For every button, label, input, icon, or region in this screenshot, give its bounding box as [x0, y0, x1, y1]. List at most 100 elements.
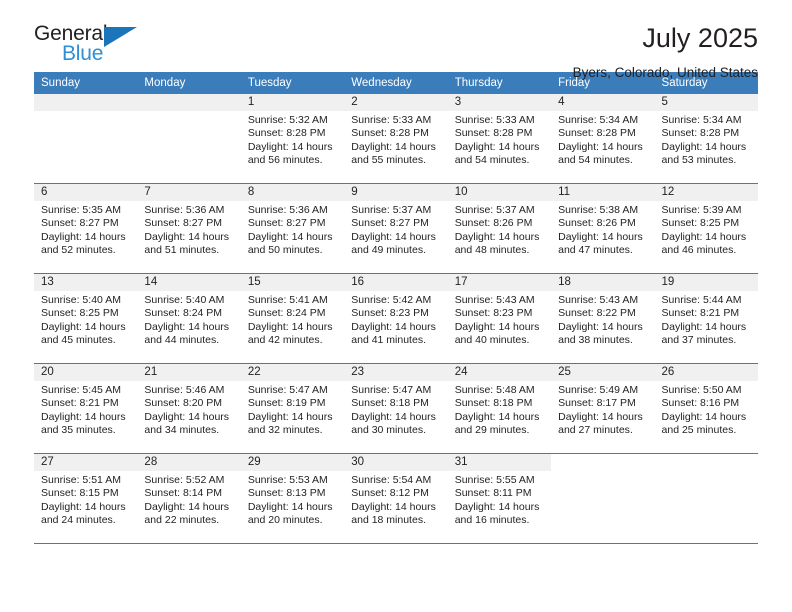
calendar-day-cell[interactable]: 9 Sunrise: 5:37 AM Sunset: 8:27 PM Daylight… [344, 183, 448, 274]
weekday-header-sunday: Sunday [34, 72, 138, 94]
sunset-text: Sunset: 8:23 PM [454, 307, 533, 320]
day-number: 14 [137, 274, 241, 291]
sunset-text: Sunset: 8:13 PM [247, 487, 326, 500]
calendar-day-cell[interactable]: 1 Sunrise: 5:32 AM Sunset: 8:28 PM Daylight… [240, 94, 345, 184]
calendar-week-row: 13 Sunrise: 5:40 AM Sunset: 8:25 PM Dayligh… [34, 273, 758, 364]
calendar-day-cell[interactable]: 25 Sunrise: 5:49 AM Sunset: 8:17 PM Dayligh… [551, 363, 655, 454]
day-details: Sunrise: 5:48 AM Sunset: 8:18 PM Daylight:… [448, 381, 551, 438]
calendar-day-cell[interactable]: 2 Sunrise: 5:33 AM Sunset: 8:28 PM Daylight… [344, 94, 448, 184]
sunrise-text: Sunrise: 5:43 AM [558, 294, 639, 306]
day-number: 10 [447, 184, 552, 201]
day-number: 5 [654, 94, 758, 111]
day-details: Sunrise: 5:50 AM Sunset: 8:16 PM Daylight:… [655, 381, 758, 438]
sunrise-text: Sunrise: 5:42 AM [351, 294, 432, 306]
calendar-day-cell[interactable]: 31 Sunrise: 5:55 AM Sunset: 8:11 PM Dayligh… [447, 453, 552, 544]
sunrise-text: Sunrise: 5:47 AM [351, 384, 432, 396]
calendar-day-cell[interactable]: 12 Sunrise: 5:39 AM Sunset: 8:25 PM Dayligh… [654, 183, 758, 274]
calendar-day-cell[interactable]: 10 Sunrise: 5:37 AM Sunset: 8:26 PM Dayligh… [447, 183, 552, 274]
calendar-day-cell[interactable]: 19 Sunrise: 5:44 AM Sunset: 8:21 PM Dayligh… [654, 273, 758, 364]
sunset-text: Sunset: 8:27 PM [144, 217, 223, 230]
daylight-text: Daylight: 14 hours and 44 minutes. [144, 320, 230, 347]
sunset-text: Sunset: 8:25 PM [661, 217, 740, 230]
day-details: Sunrise: 5:37 AM Sunset: 8:26 PM Daylight:… [448, 201, 551, 258]
sunrise-text: Sunrise: 5:38 AM [558, 204, 639, 216]
calendar-blank-cell [654, 453, 758, 544]
day-details: Sunrise: 5:32 AM Sunset: 8:28 PM Daylight:… [241, 111, 344, 168]
calendar-day-cell[interactable]: 22 Sunrise: 5:47 AM Sunset: 8:19 PM Dayligh… [240, 363, 345, 454]
day-details: Sunrise: 5:36 AM Sunset: 8:27 PM Daylight:… [241, 201, 344, 258]
calendar-day-cell[interactable]: 6 Sunrise: 5:35 AM Sunset: 8:27 PM Daylight… [34, 183, 138, 274]
sunrise-text: Sunrise: 5:34 AM [558, 114, 639, 126]
calendar-day-cell[interactable]: 21 Sunrise: 5:46 AM Sunset: 8:20 PM Dayligh… [137, 363, 241, 454]
day-details: Sunrise: 5:43 AM Sunset: 8:22 PM Daylight:… [551, 291, 654, 348]
sunset-text: Sunset: 8:27 PM [41, 217, 119, 230]
calendar-day-cell[interactable]: 3 Sunrise: 5:33 AM Sunset: 8:28 PM Daylight… [447, 94, 552, 184]
daylight-text: Daylight: 14 hours and 24 minutes. [41, 500, 126, 527]
sunrise-text: Sunrise: 5:43 AM [454, 294, 535, 306]
title-block: July 2025 Byers, Colorado, United States [573, 22, 758, 82]
sunset-text: Sunset: 8:12 PM [351, 487, 429, 500]
daylight-text: Daylight: 14 hours and 51 minutes. [144, 230, 230, 257]
calendar-day-cell[interactable]: 7 Sunrise: 5:36 AM Sunset: 8:27 PM Daylight… [137, 183, 241, 274]
calendar-day-cell[interactable]: 26 Sunrise: 5:50 AM Sunset: 8:16 PM Dayligh… [654, 363, 758, 454]
calendar-day-cell[interactable]: 11 Sunrise: 5:38 AM Sunset: 8:26 PM Dayligh… [551, 183, 655, 274]
calendar-day-cell[interactable]: 15 Sunrise: 5:41 AM Sunset: 8:24 PM Dayligh… [240, 273, 345, 364]
day-number: 28 [137, 454, 241, 471]
sunset-text: Sunset: 8:26 PM [454, 217, 533, 230]
calendar-week-row: 20 Sunrise: 5:45 AM Sunset: 8:21 PM Dayligh… [34, 363, 758, 454]
daylight-text: Daylight: 14 hours and 54 minutes. [558, 140, 643, 167]
day-details: Sunrise: 5:51 AM Sunset: 8:15 PM Daylight:… [34, 471, 137, 528]
logo-triangle-icon [104, 27, 137, 47]
day-number: 6 [34, 184, 138, 201]
day-details: Sunrise: 5:36 AM Sunset: 8:27 PM Daylight:… [137, 201, 240, 258]
calendar-day-cell[interactable]: 29 Sunrise: 5:53 AM Sunset: 8:13 PM Dayligh… [240, 453, 345, 544]
calendar-empty-cell [34, 94, 138, 184]
sunset-text: Sunset: 8:18 PM [454, 397, 533, 410]
calendar-day-cell[interactable]: 23 Sunrise: 5:47 AM Sunset: 8:18 PM Dayligh… [344, 363, 448, 454]
day-number: 11 [551, 184, 655, 201]
calendar-day-cell[interactable]: 20 Sunrise: 5:45 AM Sunset: 8:21 PM Dayligh… [34, 363, 138, 454]
sunset-text: Sunset: 8:18 PM [351, 397, 429, 410]
sunset-text: Sunset: 8:21 PM [41, 397, 119, 410]
sunrise-text: Sunrise: 5:55 AM [454, 474, 535, 486]
day-number: 15 [240, 274, 345, 291]
calendar-day-cell[interactable]: 8 Sunrise: 5:36 AM Sunset: 8:27 PM Daylight… [240, 183, 345, 274]
calendar-day-cell[interactable]: 24 Sunrise: 5:48 AM Sunset: 8:18 PM Dayligh… [447, 363, 552, 454]
day-number: 23 [344, 364, 448, 381]
daylight-text: Daylight: 14 hours and 46 minutes. [661, 230, 747, 257]
calendar-week-row: 1 Sunrise: 5:32 AM Sunset: 8:28 PM Daylight… [34, 94, 758, 184]
day-number: 22 [240, 364, 345, 381]
general-blue-logo[interactable]: General Blue [34, 22, 152, 68]
sunrise-text: Sunrise: 5:40 AM [41, 294, 121, 306]
calendar-day-cell[interactable]: 13 Sunrise: 5:40 AM Sunset: 8:25 PM Dayligh… [34, 273, 138, 364]
day-details: Sunrise: 5:55 AM Sunset: 8:11 PM Daylight:… [448, 471, 551, 528]
calendar-day-cell[interactable]: 4 Sunrise: 5:34 AM Sunset: 8:28 PM Daylight… [551, 94, 655, 184]
calendar-day-cell[interactable]: 16 Sunrise: 5:42 AM Sunset: 8:23 PM Dayligh… [344, 273, 448, 364]
sunrise-text: Sunrise: 5:33 AM [351, 114, 432, 126]
day-details: Sunrise: 5:47 AM Sunset: 8:19 PM Daylight:… [241, 381, 344, 438]
sunrise-text: Sunrise: 5:36 AM [144, 204, 225, 216]
daylight-text: Daylight: 14 hours and 22 minutes. [144, 500, 230, 527]
day-number-placeholder [551, 454, 655, 471]
sunrise-text: Sunrise: 5:32 AM [247, 114, 328, 126]
daylight-text: Daylight: 14 hours and 35 minutes. [41, 410, 126, 437]
calendar-day-cell[interactable]: 28 Sunrise: 5:52 AM Sunset: 8:14 PM Dayligh… [137, 453, 241, 544]
day-number-placeholder [34, 94, 138, 111]
day-number: 8 [240, 184, 345, 201]
calendar-day-cell[interactable]: 30 Sunrise: 5:54 AM Sunset: 8:12 PM Dayligh… [344, 453, 448, 544]
calendar-day-cell[interactable]: 27 Sunrise: 5:51 AM Sunset: 8:15 PM Dayligh… [34, 453, 138, 544]
daylight-text: Daylight: 14 hours and 54 minutes. [454, 140, 540, 167]
daylight-text: Daylight: 14 hours and 29 minutes. [454, 410, 540, 437]
weekday-header-monday: Monday [137, 72, 241, 94]
day-details: Sunrise: 5:47 AM Sunset: 8:18 PM Daylight:… [344, 381, 447, 438]
day-number: 17 [447, 274, 552, 291]
daylight-text: Daylight: 14 hours and 50 minutes. [247, 230, 333, 257]
calendar-day-cell[interactable]: 5 Sunrise: 5:34 AM Sunset: 8:28 PM Daylight… [654, 94, 758, 184]
calendar-day-cell[interactable]: 18 Sunrise: 5:43 AM Sunset: 8:22 PM Dayligh… [551, 273, 655, 364]
sunrise-text: Sunrise: 5:46 AM [144, 384, 225, 396]
calendar-day-cell[interactable]: 14 Sunrise: 5:40 AM Sunset: 8:24 PM Dayligh… [137, 273, 241, 364]
sunrise-text: Sunrise: 5:49 AM [558, 384, 639, 396]
logo-text-blue: Blue [62, 42, 104, 65]
sunrise-text: Sunrise: 5:37 AM [351, 204, 432, 216]
calendar-day-cell[interactable]: 17 Sunrise: 5:43 AM Sunset: 8:23 PM Dayligh… [447, 273, 552, 364]
